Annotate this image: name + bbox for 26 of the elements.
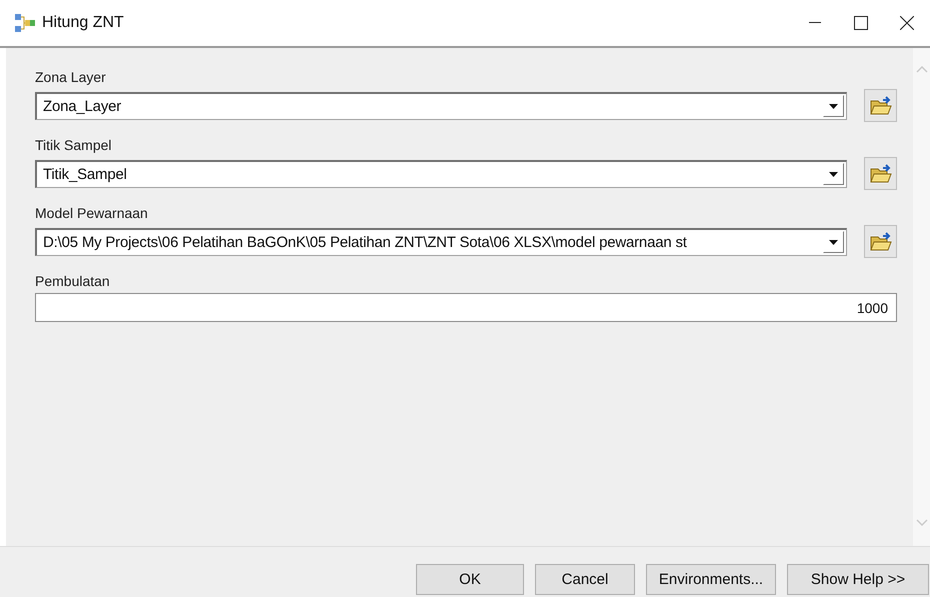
parameter-label: Titik Sampel [35, 136, 113, 154]
parameter-label: Pembulatan [35, 272, 111, 290]
open-folder-icon [870, 96, 892, 116]
close-icon [900, 16, 914, 30]
maximize-icon [854, 16, 868, 30]
model-icon [14, 13, 36, 33]
browse-button[interactable] [864, 89, 897, 122]
dialog-button[interactable]: Cancel [535, 564, 635, 595]
dialog-button[interactable]: Show Help >> [787, 564, 929, 595]
parameter-label: Zona Layer [35, 68, 107, 86]
parameter-label: Model Pewarnaan [35, 204, 149, 222]
window-title: Hitung ZNT [42, 14, 125, 32]
number-field[interactable]: 1000 [35, 293, 897, 322]
browse-button[interactable] [864, 157, 897, 190]
browse-button[interactable] [864, 225, 897, 258]
dropdown-arrow-icon [829, 104, 838, 108]
dropdown-field[interactable]: D:\05 My Projects\06 Pelatihan BaGOnK\05 Pelatihan ZNT\ZNT Sota\06 XLSX\model pewarnaan st [35, 228, 847, 256]
open-folder-icon [870, 232, 892, 252]
dialog-button[interactable]: OK [416, 564, 524, 595]
minimize-icon [809, 22, 821, 24]
dialog-button[interactable]: Environments... [646, 564, 776, 595]
open-folder-icon [870, 164, 892, 184]
dropdown-arrow-icon [829, 240, 838, 244]
dropdown-field[interactable]: Titik_Sampel [35, 160, 847, 188]
dropdown-field[interactable]: Zona_Layer [35, 92, 847, 120]
dropdown-arrow-icon [829, 172, 838, 176]
